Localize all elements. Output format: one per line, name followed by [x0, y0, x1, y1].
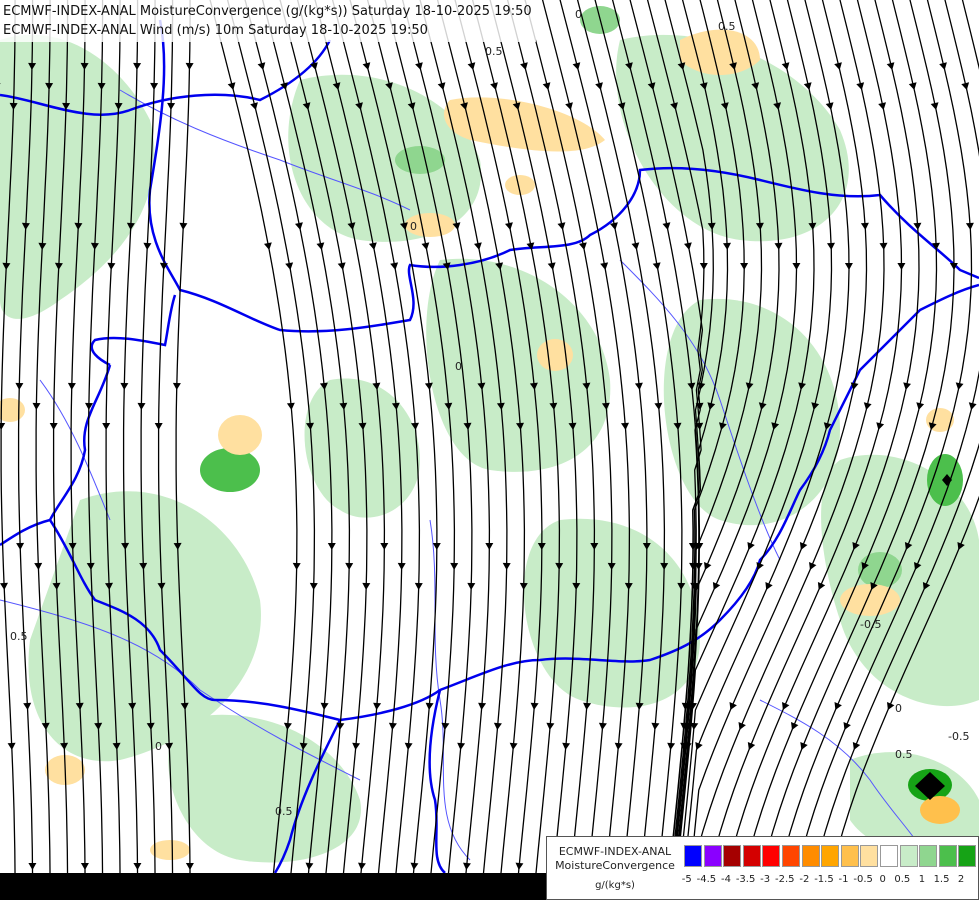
legend-tick: -2.5: [775, 874, 795, 885]
legend-swatch: [899, 845, 918, 867]
legend-swatch: [840, 845, 859, 867]
contour-label: -0.5: [948, 730, 969, 743]
legend-tick: -4.5: [696, 874, 717, 885]
legend-tick: -1: [838, 874, 849, 885]
legend-unit: g/(kg*s): [595, 880, 635, 891]
legend-model: ECMWF-INDEX-ANAL: [558, 845, 672, 858]
divergence-area: [920, 796, 960, 824]
contour-label: 0: [155, 740, 162, 753]
contour-label: 0.5: [275, 805, 293, 818]
legend-tick: 0: [879, 874, 886, 885]
legend-tick: -2: [799, 874, 810, 885]
legend-tick: 1.5: [933, 874, 950, 885]
legend-tick: 0.5: [894, 874, 911, 885]
legend-swatch: [860, 845, 879, 867]
color-legend: ECMWF-INDEX-ANAL MoistureConvergence g/(…: [546, 836, 979, 900]
divergence-area: [150, 840, 190, 860]
legend-swatch: [919, 845, 938, 867]
legend-swatches: [684, 845, 978, 867]
legend-swatch: [762, 845, 781, 867]
legend-variable: MoistureConvergence: [555, 859, 675, 872]
legend-swatch: [781, 845, 800, 867]
divergence-area: [926, 408, 954, 432]
legend-swatch: [938, 845, 957, 867]
legend-swatch: [821, 845, 840, 867]
legend-swatch: [801, 845, 820, 867]
contour-label: 0.5: [718, 20, 736, 33]
legend-tick: -3.5: [735, 874, 756, 885]
contour-label: 0: [575, 8, 582, 21]
strong-convergence-area: [200, 448, 260, 492]
legend-tick: -5: [681, 874, 692, 885]
weather-map: 0 0.5 -0.5 0 0.5 0 0.5 -0.5 0 0.5 0 0.5: [0, 0, 979, 900]
legend-swatch: [723, 845, 742, 867]
map-title-wind: ECMWF-INDEX-ANAL Wind (m/s) 10m Saturday…: [3, 23, 428, 38]
map-title-moisture: ECMWF-INDEX-ANAL MoistureConvergence (g/…: [3, 4, 532, 19]
strong-convergence-area: [395, 146, 445, 174]
legend-tick: 1: [918, 874, 926, 885]
contour-label: 0: [895, 702, 902, 715]
contour-label: 0.5: [10, 630, 28, 643]
contour-label: 0: [455, 360, 462, 373]
contour-label: -0.5: [860, 618, 881, 631]
legend-tick: 2: [957, 874, 965, 885]
legend-swatch: [684, 845, 702, 867]
contour-label: 0.5: [895, 748, 913, 761]
legend-tick: -1.5: [814, 874, 834, 885]
legend-tick: -0.5: [853, 874, 873, 885]
map-title-box: ECMWF-INDEX-ANAL MoistureConvergence (g/…: [0, 0, 536, 42]
legend-swatch: [742, 845, 761, 867]
legend-swatch: [703, 845, 722, 867]
divergence-area: [218, 415, 262, 455]
legend-swatch: [958, 845, 977, 867]
legend-tick: -3: [760, 874, 771, 885]
legend-ticks: -5 -4.5 -4 -3.5 -3 -2.5 -2 -1.5 -1 -0.5 0 0.5 1 1.5 2: [677, 874, 971, 885]
contour-label: 0: [410, 220, 417, 233]
legend-tick: -4: [720, 874, 731, 885]
legend-swatch: [879, 845, 898, 867]
contour-label: 0.5: [485, 45, 503, 58]
